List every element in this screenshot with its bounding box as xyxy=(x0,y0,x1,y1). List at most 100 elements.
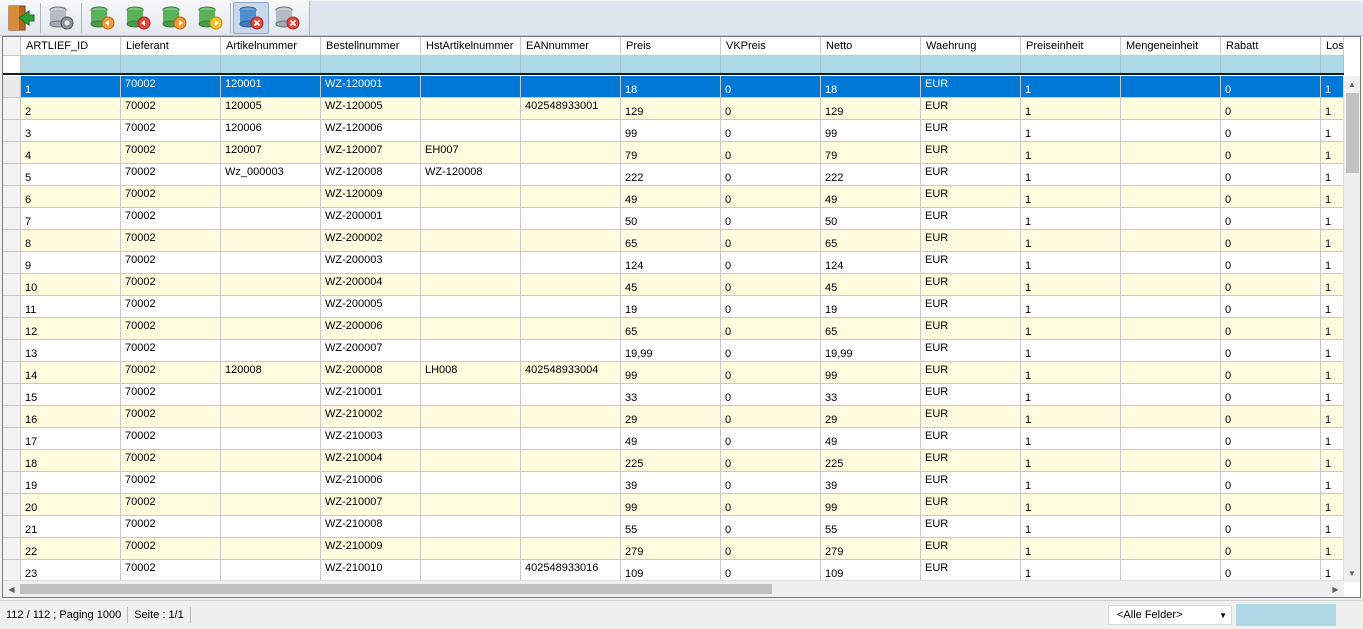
filter-cell[interactable] xyxy=(1221,56,1321,73)
table-cell[interactable] xyxy=(421,384,521,405)
column-header[interactable]: HstArtikelnummer xyxy=(421,37,521,55)
table-cell[interactable]: 0 xyxy=(1221,274,1321,295)
column-header[interactable]: Preiseinheit xyxy=(1021,37,1121,55)
table-cell[interactable]: EUR xyxy=(921,186,1021,207)
table-cell[interactable]: 1 xyxy=(1021,252,1121,273)
table-cell[interactable] xyxy=(221,230,321,251)
table-cell[interactable]: WZ-200005 xyxy=(321,296,421,317)
table-cell[interactable]: 1 xyxy=(1021,274,1121,295)
table-cell[interactable]: 0 xyxy=(1221,362,1321,383)
table-cell[interactable]: 49 xyxy=(821,186,921,207)
table-cell[interactable]: 33 xyxy=(821,384,921,405)
delete-record-button[interactable] xyxy=(233,1,269,34)
table-cell[interactable]: 70002 xyxy=(121,230,221,251)
table-row[interactable]: 2 70002 120005 WZ-120005 402548933001 129 0 129… xyxy=(3,98,1344,120)
table-row[interactable]: 9 70002 WZ-200003 124 0 124 EUR 1 0 1 xyxy=(3,252,1344,274)
table-cell[interactable] xyxy=(1121,120,1221,141)
table-cell[interactable]: 0 xyxy=(721,208,821,229)
table-cell[interactable]: 124 xyxy=(621,252,721,273)
table-cell[interactable] xyxy=(421,318,521,339)
table-cell[interactable] xyxy=(521,120,621,141)
table-cell[interactable]: 70002 xyxy=(121,406,221,427)
table-cell[interactable]: 49 xyxy=(621,186,721,207)
table-cell[interactable]: EUR xyxy=(921,340,1021,361)
table-cell[interactable]: 45 xyxy=(621,274,721,295)
table-cell[interactable]: 120001 xyxy=(221,76,321,97)
scroll-up-icon[interactable]: ▲ xyxy=(1344,76,1360,93)
table-cell[interactable] xyxy=(421,186,521,207)
table-cell[interactable]: WZ-210010 xyxy=(321,560,421,581)
table-cell[interactable]: 17 xyxy=(21,428,121,449)
table-cell[interactable]: 0 xyxy=(1221,472,1321,493)
table-cell[interactable]: 19 xyxy=(21,472,121,493)
table-cell[interactable]: 19,99 xyxy=(821,340,921,361)
table-cell[interactable]: WZ-200006 xyxy=(321,318,421,339)
table-cell[interactable] xyxy=(1121,472,1221,493)
table-cell[interactable]: 1 xyxy=(1021,494,1121,515)
table-cell[interactable]: 0 xyxy=(1221,186,1321,207)
table-cell[interactable]: 1 xyxy=(1321,252,1344,273)
previous-record-button[interactable] xyxy=(120,2,156,34)
row-header[interactable] xyxy=(3,318,21,339)
table-cell[interactable]: 15 xyxy=(21,384,121,405)
table-row[interactable]: 11 70002 WZ-200005 19 0 19 EUR 1 0 1 xyxy=(3,296,1344,318)
table-row[interactable]: 21 70002 WZ-210008 55 0 55 EUR 1 0 1 xyxy=(3,516,1344,538)
filter-cell[interactable] xyxy=(721,56,821,73)
column-header[interactable]: ARTLIEF_ID xyxy=(21,37,121,55)
table-cell[interactable]: 0 xyxy=(1221,142,1321,163)
row-header[interactable] xyxy=(3,450,21,471)
row-header[interactable] xyxy=(3,98,21,119)
header-corner[interactable] xyxy=(3,37,21,55)
table-cell[interactable]: 70002 xyxy=(121,362,221,383)
table-cell[interactable]: EUR xyxy=(921,164,1021,185)
table-cell[interactable] xyxy=(421,230,521,251)
table-cell[interactable]: 65 xyxy=(821,230,921,251)
table-cell[interactable]: 1 xyxy=(1321,164,1344,185)
table-cell[interactable]: 0 xyxy=(721,120,821,141)
table-cell[interactable]: WZ-200007 xyxy=(321,340,421,361)
row-header[interactable] xyxy=(3,186,21,207)
table-cell[interactable]: 65 xyxy=(621,318,721,339)
table-cell[interactable] xyxy=(1121,384,1221,405)
table-cell[interactable]: 4 xyxy=(21,142,121,163)
table-cell[interactable]: 0 xyxy=(1221,252,1321,273)
table-cell[interactable]: 1 xyxy=(1021,164,1121,185)
table-cell[interactable]: 45 xyxy=(821,274,921,295)
table-cell[interactable]: 1 xyxy=(1021,142,1121,163)
table-cell[interactable]: 10 xyxy=(21,274,121,295)
table-cell[interactable]: Wz_000003 xyxy=(221,164,321,185)
table-cell[interactable]: 70002 xyxy=(121,450,221,471)
table-cell[interactable] xyxy=(221,494,321,515)
table-row[interactable]: 7 70002 WZ-200001 50 0 50 EUR 1 0 1 xyxy=(3,208,1344,230)
table-cell[interactable]: WZ-210001 xyxy=(321,384,421,405)
table-cell[interactable] xyxy=(421,252,521,273)
table-cell[interactable]: 1 xyxy=(1021,230,1121,251)
table-cell[interactable]: 0 xyxy=(1221,494,1321,515)
table-cell[interactable]: 49 xyxy=(821,428,921,449)
table-cell[interactable]: 1 xyxy=(1021,428,1121,449)
table-cell[interactable]: 1 xyxy=(1321,296,1344,317)
table-cell[interactable]: 1 xyxy=(1021,560,1121,581)
table-row[interactable]: 10 70002 WZ-200004 45 0 45 EUR 1 0 1 xyxy=(3,274,1344,296)
table-cell[interactable]: 70002 xyxy=(121,186,221,207)
table-cell[interactable] xyxy=(421,208,521,229)
table-cell[interactable]: 402548933001 xyxy=(521,98,621,119)
table-cell[interactable] xyxy=(421,98,521,119)
table-cell[interactable]: 1 xyxy=(1321,142,1344,163)
table-cell[interactable] xyxy=(221,274,321,295)
row-header[interactable] xyxy=(3,472,21,493)
table-cell[interactable]: 19 xyxy=(621,296,721,317)
column-header[interactable]: Los xyxy=(1321,37,1344,55)
filter-cell[interactable] xyxy=(1321,56,1344,73)
table-cell[interactable]: 0 xyxy=(721,318,821,339)
table-cell[interactable]: 0 xyxy=(1221,76,1321,97)
table-cell[interactable]: 99 xyxy=(821,494,921,515)
table-cell[interactable] xyxy=(521,384,621,405)
table-cell[interactable]: 0 xyxy=(721,98,821,119)
table-cell[interactable]: EUR xyxy=(921,76,1021,97)
table-cell[interactable]: EUR xyxy=(921,230,1021,251)
table-cell[interactable]: 109 xyxy=(821,560,921,581)
table-cell[interactable]: 279 xyxy=(621,538,721,559)
table-cell[interactable]: 1 xyxy=(1021,406,1121,427)
table-cell[interactable]: 0 xyxy=(1221,98,1321,119)
